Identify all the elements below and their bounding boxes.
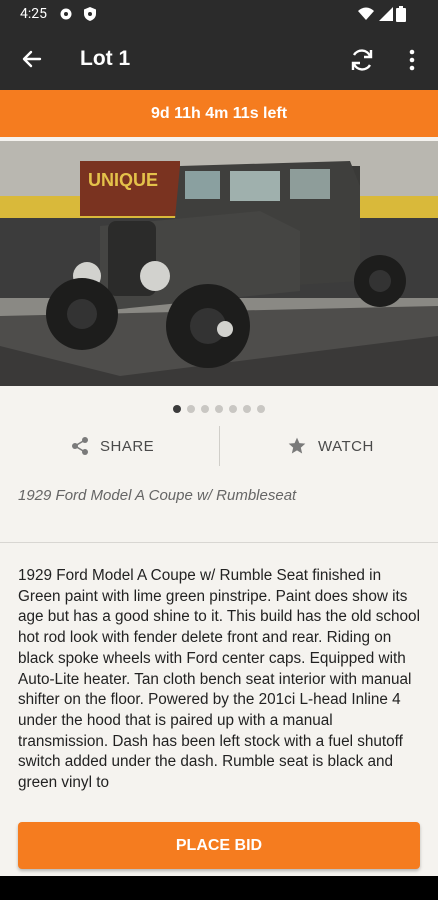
- action-divider: [219, 426, 220, 466]
- car-photo: UNIQUE: [0, 141, 438, 386]
- sign-text: UNIQUE: [88, 170, 158, 190]
- status-time: 4:25: [20, 6, 47, 22]
- time-left-banner: 9d 11h 4m 11s left: [0, 90, 438, 137]
- page-title: Lot 1: [80, 47, 131, 70]
- system-nav-bar: [0, 876, 438, 900]
- back-arrow-icon[interactable]: [22, 49, 42, 69]
- share-icon: [72, 437, 88, 455]
- carousel-dot[interactable]: [257, 405, 265, 413]
- shield-icon: [84, 7, 96, 21]
- lot-photo-carousel[interactable]: UNIQUE: [0, 141, 438, 386]
- carousel-dot[interactable]: [201, 405, 209, 413]
- share-label: SHARE: [100, 437, 155, 455]
- watch-label: WATCH: [318, 437, 374, 455]
- more-vert-icon[interactable]: [409, 49, 415, 71]
- place-bid-button[interactable]: PLACE BID: [18, 822, 420, 869]
- bottom-bar: PLACE BID: [0, 808, 438, 876]
- carousel-dot[interactable]: [173, 405, 181, 413]
- section-divider: [0, 542, 438, 543]
- refresh-icon[interactable]: [349, 47, 375, 73]
- status-bar: 4:25: [0, 0, 438, 30]
- carousel-indicator: [0, 398, 438, 417]
- star-icon: [288, 437, 306, 454]
- settings-icon: [60, 8, 72, 20]
- lot-description: 1929 Ford Model A Coupe w/ Rumble Seat f…: [18, 567, 420, 792]
- battery-icon: [396, 6, 406, 22]
- lot-subtitle: 1929 Ford Model A Coupe w/ Rumbleseat: [18, 487, 297, 504]
- wifi-icon: [358, 7, 374, 20]
- app-bar: Lot 1: [0, 30, 438, 90]
- carousel-dot[interactable]: [243, 405, 251, 413]
- carousel-dot[interactable]: [229, 405, 237, 413]
- carousel-dot[interactable]: [215, 405, 223, 413]
- signal-icon: [379, 7, 393, 21]
- share-button[interactable]: SHARE: [70, 426, 154, 466]
- watch-button[interactable]: WATCH: [287, 426, 374, 466]
- action-row: SHARE WATCH: [0, 426, 438, 466]
- carousel-dot[interactable]: [187, 405, 195, 413]
